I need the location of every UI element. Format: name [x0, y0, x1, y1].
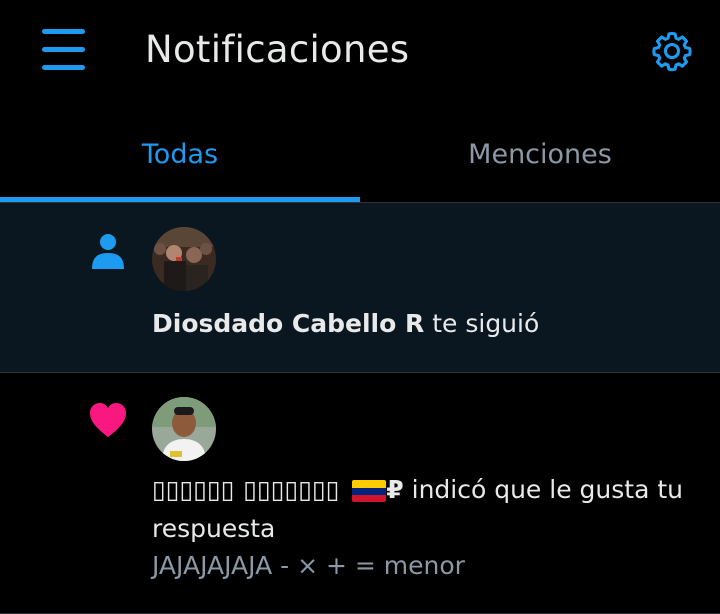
user-name[interactable]: Diosdado Cabello R	[152, 309, 424, 338]
gear-icon[interactable]	[649, 28, 695, 74]
tab-menciones[interactable]: Menciones	[360, 105, 720, 202]
user-name[interactable]: ▯▯▯▯▯▯ ▯▯▯▯▯▯▯ ₽	[152, 475, 404, 504]
user-name-text: ▯▯▯▯▯▯ ▯▯▯▯▯▯▯	[152, 475, 349, 504]
notification-like[interactable]: ▯▯▯▯▯▯ ▯▯▯▯▯▯▯ ₽ indicó que le gusta tu …	[0, 373, 720, 614]
reply-preview: JAJAJAJAJA - × + = menor	[152, 551, 465, 580]
page-title: Notificaciones	[145, 28, 410, 71]
tab-todas[interactable]: Todas	[0, 105, 360, 202]
tab-todas-label: Todas	[141, 139, 219, 170]
person-icon	[92, 234, 124, 269]
top-bar: Notificaciones	[0, 0, 720, 105]
tab-bar: Todas Menciones	[0, 105, 720, 203]
avatar[interactable]	[152, 397, 216, 461]
notifications-screen: Notificaciones Todas Menciones Diosdado …	[0, 0, 720, 614]
notification-follow[interactable]: Diosdado Cabello R te siguió	[0, 203, 720, 373]
user-name-suffix: ₽	[386, 475, 404, 504]
notification-action: te siguió	[424, 309, 540, 338]
tab-menciones-label: Menciones	[468, 139, 612, 170]
notification-text: Diosdado Cabello R te siguió	[152, 304, 700, 343]
venezuela-flag-icon	[352, 480, 387, 502]
active-tab-indicator	[0, 197, 360, 202]
heart-icon	[90, 403, 126, 437]
avatar[interactable]	[152, 227, 216, 291]
notification-text: ▯▯▯▯▯▯ ▯▯▯▯▯▯▯ ₽ indicó que le gusta tu …	[152, 470, 700, 548]
menu-icon[interactable]	[40, 27, 88, 73]
